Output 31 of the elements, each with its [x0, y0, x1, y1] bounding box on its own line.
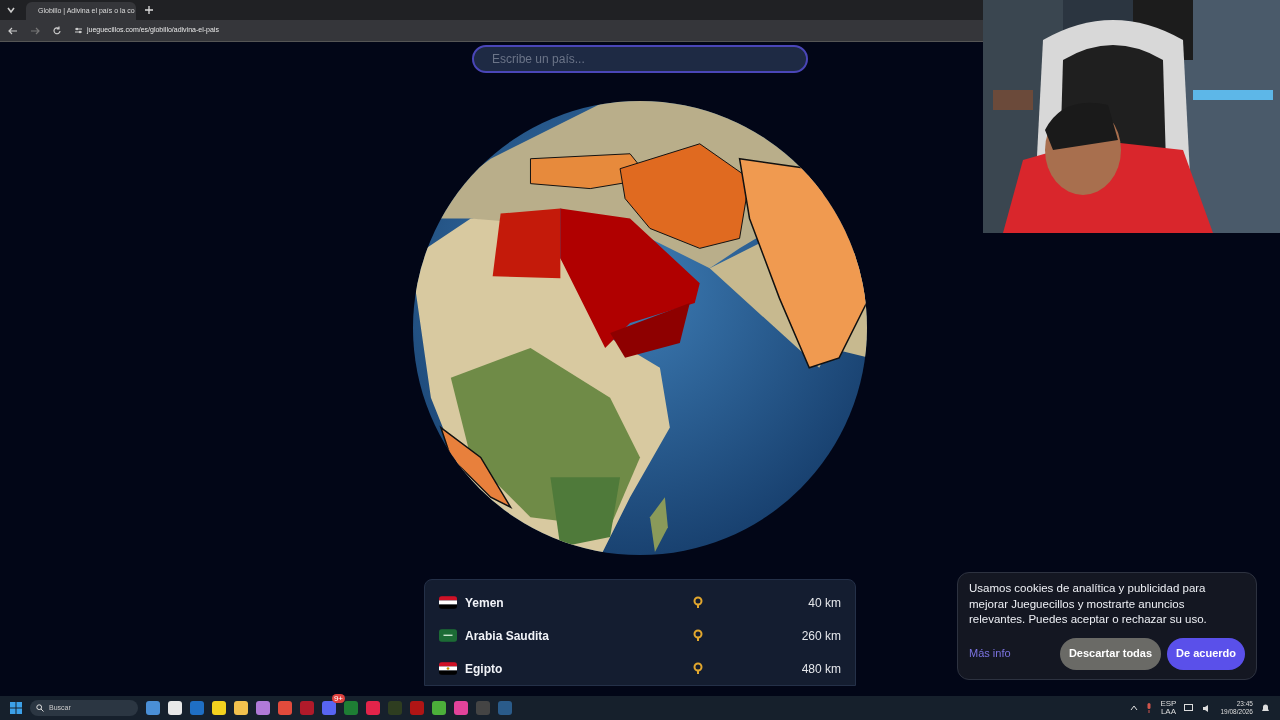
flag-icon — [439, 662, 457, 675]
language-text[interactable]: ESP — [1160, 700, 1177, 708]
site-settings-icon[interactable] — [74, 26, 83, 35]
more-info-link[interactable]: Más info — [969, 645, 1054, 662]
search-icon — [36, 704, 44, 712]
flag-icon — [439, 629, 457, 642]
reject-button[interactable]: Descartar todas — [1059, 637, 1162, 670]
back-icon[interactable] — [8, 25, 18, 36]
flag-icon — [439, 596, 457, 609]
windows-start-icon[interactable] — [10, 702, 22, 714]
microphone-icon[interactable] — [1146, 703, 1153, 713]
country-search-field[interactable]: Escribe un país... — [472, 45, 808, 73]
plus-icon[interactable] — [144, 5, 154, 15]
distance-text: 40 km — [807, 594, 841, 612]
notification-badge: 9+ — [331, 694, 345, 703]
location-pin-icon — [693, 596, 703, 609]
cookie-text: Usamos cookies de analítica y publicidad para mejorar Jueguecillos y mostrarte anuncios relevantes. Puedes aceptar o rechazar su uso. — [969, 581, 1208, 627]
keyboard-layout-text[interactable]: LAA — [1160, 708, 1176, 716]
country-name: Yemen — [465, 594, 505, 612]
bell-icon[interactable] — [1261, 703, 1270, 713]
distance-text: 260 km — [800, 627, 841, 645]
chevron-up-icon[interactable] — [1130, 704, 1139, 712]
location-pin-icon — [693, 662, 703, 675]
reload-icon[interactable] — [52, 25, 62, 36]
forward-icon[interactable] — [30, 25, 40, 36]
country-name: Egipto — [465, 660, 504, 678]
distance-text: 480 km — [800, 660, 841, 678]
location-pin-icon — [693, 629, 703, 642]
globe-drawing[interactable] — [411, 99, 869, 557]
accept-button[interactable]: De acuerdo — [1167, 637, 1245, 670]
country-name: Arabia Saudita — [465, 627, 551, 645]
